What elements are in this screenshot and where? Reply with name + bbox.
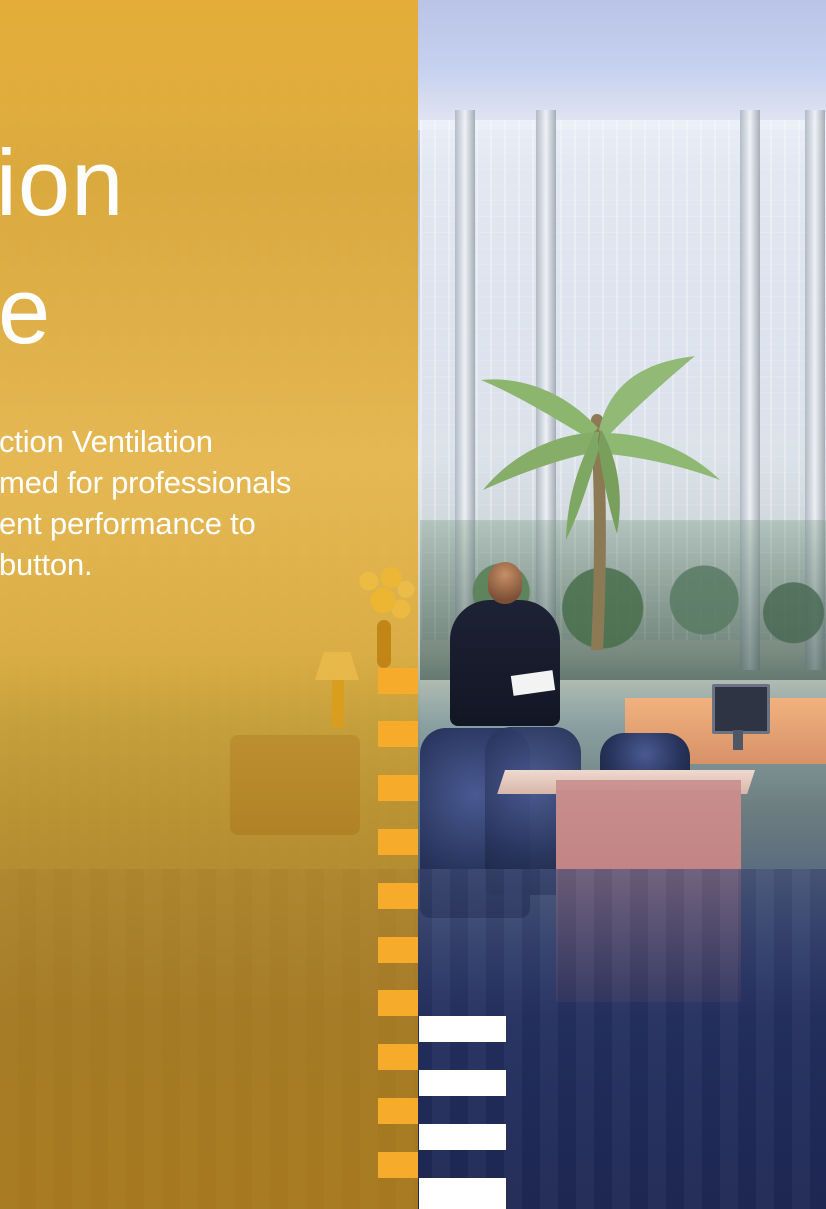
decorative-bars bbox=[378, 668, 506, 1209]
ceiling-haze bbox=[418, 0, 826, 130]
orange-bar bbox=[378, 990, 418, 1016]
orange-bar bbox=[378, 721, 418, 747]
white-bar bbox=[419, 1124, 506, 1150]
white-bar bbox=[419, 1178, 506, 1209]
staff-head bbox=[488, 562, 522, 604]
orange-bar bbox=[378, 1044, 418, 1070]
hero-page: ion e ction Ventilation med for professi… bbox=[0, 0, 826, 1209]
orange-bar bbox=[378, 829, 418, 855]
orange-bar bbox=[378, 1098, 418, 1124]
gold-overlay bbox=[0, 0, 418, 1209]
computer-monitor bbox=[712, 684, 770, 734]
orange-bar bbox=[378, 668, 418, 694]
orange-bar bbox=[378, 937, 418, 963]
monitor-stand bbox=[733, 730, 743, 750]
white-bar bbox=[419, 1016, 506, 1042]
orange-bar bbox=[378, 1152, 418, 1178]
orange-bar bbox=[378, 883, 418, 909]
white-bar bbox=[419, 1070, 506, 1096]
orange-bar bbox=[378, 775, 418, 801]
